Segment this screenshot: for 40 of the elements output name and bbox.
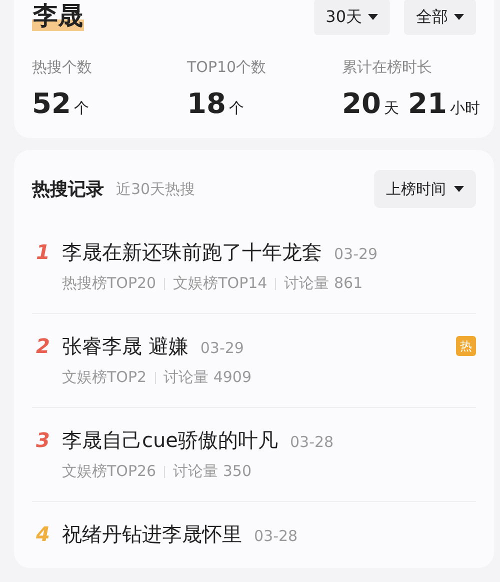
filter-dropdown[interactable]: 30天 [314,0,390,35]
stat-unit: 天 [384,99,399,118]
stat-value: 21 [408,87,447,120]
topic-stat: 文娱榜TOP14 [173,274,268,293]
topic-date: 03-28 [254,527,298,545]
stat-label: 热搜个数 [32,58,93,77]
stat-label: 累计在榜时长 [342,58,433,77]
stat-unit: 小时 [450,99,480,118]
topic-stat: 文娱榜TOP26 [62,462,156,481]
topic-stat: 文娱榜TOP2 [62,368,147,387]
topic-date: 03-29 [334,245,378,263]
caret-icon [454,186,464,192]
topic-stat: 讨论量 4909 [164,368,252,387]
caret-icon [368,14,378,20]
section-subtitle: 近30天热搜 [116,180,196,198]
topic-title[interactable]: 张睿李晟 避嫌 [62,332,188,360]
topic-date: 03-28 [290,433,334,451]
stat-value: 52 [32,87,71,120]
topic-title[interactable]: 李晟自己cue骄傲的叶凡 [62,426,278,454]
topic-title[interactable]: 祝绪丹钻进李晟怀里 [62,520,242,548]
stat-unit: 个 [74,99,89,118]
rank-number: 2 [35,333,51,360]
topic-stat: 讨论量 350 [173,462,252,481]
rank-number: 1 [35,239,51,266]
sort-dropdown[interactable]: 上榜时间 [374,170,476,208]
rank-number: 4 [35,521,51,548]
topic-date: 03-29 [200,339,244,357]
stat-unit: 个 [228,99,244,118]
caret-icon [454,14,464,20]
section-title: 热搜记录 [32,178,104,201]
topic-stat: 热搜榜TOP20 [62,274,156,293]
rank-number: 3 [35,427,51,454]
hot-badge: 热 [456,336,476,356]
person-name: 李晟 [32,1,84,31]
filter-dropdown[interactable]: 全部 [404,0,476,35]
topic-title[interactable]: 李晟在新还珠前跑了十年龙套 [62,238,322,266]
stat-value: 20 [342,87,381,120]
stat-value: 18 [187,87,226,120]
topic-stat: 讨论量 861 [284,274,363,293]
stat-label: TOP10个数 [187,58,268,77]
